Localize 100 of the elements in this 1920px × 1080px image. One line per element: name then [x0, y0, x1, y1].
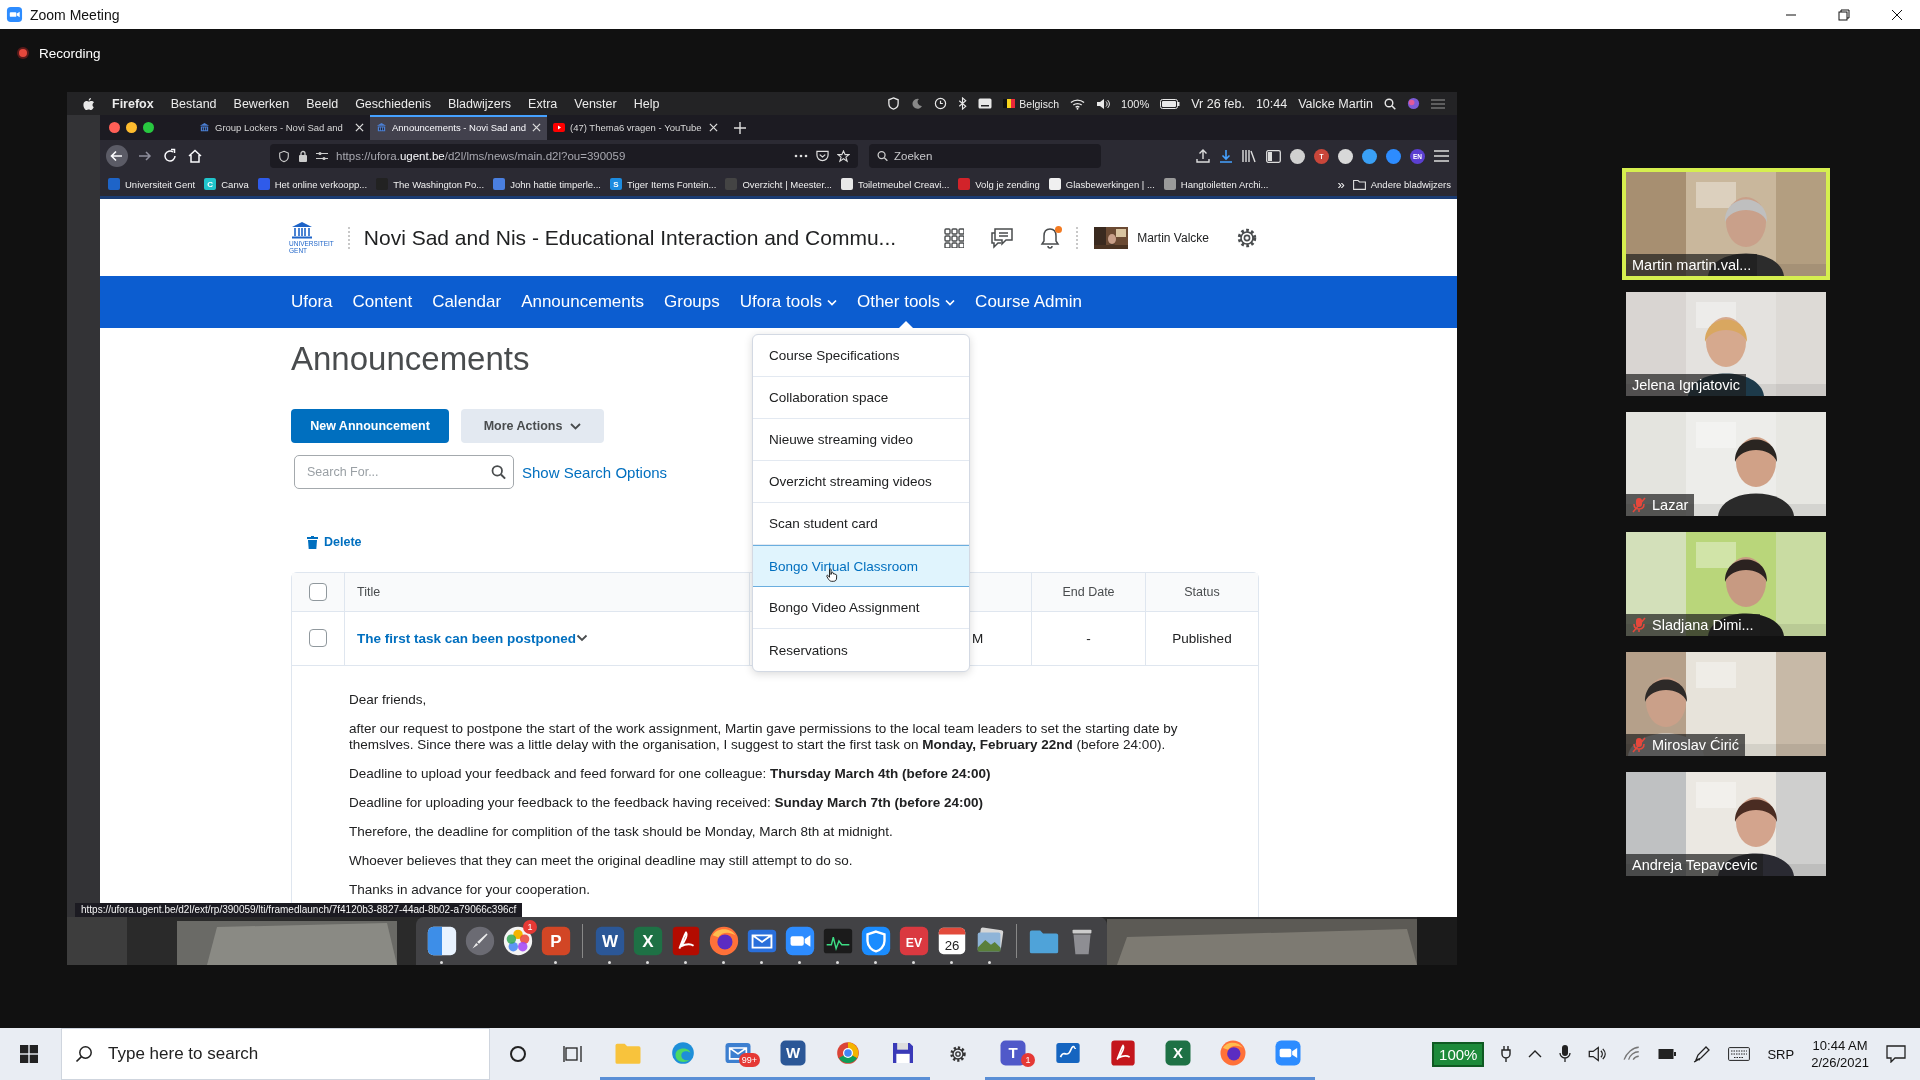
user-name[interactable]: Martin Valcke: [1137, 230, 1209, 245]
app-grid-icon[interactable]: [944, 227, 965, 248]
bookmark-link[interactable]: C Canva: [204, 178, 249, 190]
back-icon[interactable]: [106, 145, 128, 167]
bookmark-folder[interactable]: Andere bladwijzers: [1352, 178, 1451, 190]
announcement-link[interactable]: The first task can been postponed: [345, 630, 577, 646]
nav-link[interactable]: Course Admin: [975, 276, 1082, 328]
video-tile[interactable]: Martin martin.val...: [1622, 168, 1830, 280]
menu-icon[interactable]: [1434, 150, 1449, 162]
menu-item[interactable]: Help: [633, 96, 660, 111]
bookmark-link[interactable]: Het online verkoopp...: [257, 178, 368, 190]
search-field[interactable]: Search For...: [294, 455, 514, 489]
checkbox[interactable]: [309, 629, 327, 647]
nav-link[interactable]: Content: [352, 276, 413, 328]
menu-item[interactable]: Bongo Video Assignment: [753, 587, 969, 629]
menu-item[interactable]: Firefox: [112, 96, 154, 111]
speaker-icon[interactable]: [1588, 1046, 1607, 1062]
bookmark-link[interactable]: Volg je zending: [958, 178, 1040, 190]
sidebar-icon[interactable]: [1266, 149, 1281, 163]
nav-link[interactable]: Ufora: [291, 276, 333, 328]
chevron-up-icon[interactable]: [1528, 1050, 1543, 1058]
menu-item[interactable]: Overzicht streaming videos: [753, 461, 969, 503]
delete-button[interactable]: Delete: [307, 535, 362, 549]
video-tile[interactable]: Jelena Ignjatovic: [1622, 288, 1830, 400]
taskbar-button[interactable]: W: [765, 1028, 820, 1080]
nav-link[interactable]: Announcements: [521, 276, 644, 328]
home-icon[interactable]: [187, 148, 203, 164]
language-indicator[interactable]: SRP: [1767, 1046, 1795, 1062]
clock-icon[interactable]: [934, 97, 948, 110]
bookmark-link[interactable]: The Washington Po...: [376, 178, 485, 190]
search-field[interactable]: Type here to search: [61, 1028, 490, 1080]
menu-item[interactable]: Reservations: [753, 629, 969, 671]
moon-icon[interactable]: [911, 97, 924, 110]
nav-link[interactable]: Calendar: [432, 276, 502, 328]
course-title[interactable]: Novi Sad and Nis - Educational Interaction and Commu...: [363, 225, 945, 250]
browser-tab[interactable]: (47) Thema6 vragen - YouTube: [547, 115, 724, 140]
bookmark-link[interactable]: Hangtoiletten Archi...: [1163, 178, 1269, 190]
menu-item[interactable]: Beeld: [306, 96, 339, 111]
menu-bar-time[interactable]: 10:44: [1255, 96, 1288, 111]
battery-icon[interactable]: [1658, 1048, 1677, 1060]
list-icon[interactable]: [1431, 98, 1445, 109]
video-tile[interactable]: Lazar: [1622, 408, 1830, 520]
wifi-icon[interactable]: [1070, 97, 1086, 110]
orb-icon[interactable]: [1407, 97, 1420, 110]
speaker-icon[interactable]: [1096, 97, 1111, 110]
university-logo-icon[interactable]: [291, 221, 313, 239]
more-icon[interactable]: [794, 154, 808, 158]
pocket-icon[interactable]: [816, 150, 829, 162]
menu-item[interactable]: Bestand: [170, 96, 217, 111]
keyboard-layout-label[interactable]: Belgisch: [1019, 97, 1060, 110]
checkbox[interactable]: [309, 582, 327, 601]
extension-icon[interactable]: [1338, 148, 1353, 164]
bookmark-link[interactable]: Universiteit Gent: [108, 178, 196, 190]
shield-icon[interactable]: [887, 97, 901, 110]
reload-icon[interactable]: [162, 148, 178, 164]
video-tile[interactable]: Miroslav Ćirić: [1622, 648, 1830, 760]
bookshelf-icon[interactable]: [1242, 149, 1257, 163]
more-actions-button[interactable]: More Actions: [461, 409, 604, 443]
menu-item[interactable]: Course Specifications: [753, 335, 969, 377]
pen-icon[interactable]: [1693, 1045, 1712, 1063]
search-icon[interactable]: [1384, 97, 1396, 110]
flag-icon[interactable]: [1003, 99, 1016, 108]
minimize-window-button[interactable]: [126, 122, 137, 133]
extension-icon[interactable]: [1290, 148, 1305, 164]
bell-icon[interactable]: [1040, 226, 1061, 249]
menu-item[interactable]: Collaboration space: [753, 377, 969, 419]
search-options-link[interactable]: Show Search Options: [522, 463, 668, 481]
taskbar-button[interactable]: X: [1150, 1028, 1205, 1080]
taskbar-button[interactable]: T 1: [985, 1028, 1040, 1080]
menu-item[interactable]: Venster: [574, 96, 617, 111]
search-field[interactable]: Zoeken: [869, 144, 1101, 168]
video-tile[interactable]: Sladjana Dimi...: [1622, 528, 1830, 640]
more-bookmarks-button[interactable]: »: [1337, 176, 1345, 192]
star-icon[interactable]: [837, 149, 850, 163]
browser-tab[interactable]: Announcements - Novi Sad and: [370, 115, 547, 140]
menu-item[interactable]: Nieuwe streaming video: [753, 419, 969, 461]
zoom-window-button[interactable]: [143, 122, 154, 133]
download-icon[interactable]: [1219, 149, 1233, 163]
search-icon[interactable]: [491, 464, 506, 480]
browser-tab[interactable]: Group Lockers - Novi Sad and: [193, 115, 370, 140]
menu-item[interactable]: Extra: [528, 96, 558, 111]
close-window-button[interactable]: [109, 122, 120, 133]
notification-icon[interactable]: [1886, 1045, 1906, 1063]
apple-icon[interactable]: [83, 96, 95, 111]
chevron-down-icon[interactable]: [576, 632, 589, 644]
menu-item[interactable]: Bewerken: [233, 96, 290, 111]
upload-icon[interactable]: [1196, 149, 1210, 163]
plus-icon[interactable]: [734, 121, 746, 134]
menu-bar-user[interactable]: Valcke Martin: [1298, 96, 1373, 111]
extension-icon[interactable]: [1362, 148, 1377, 164]
keyboard-icon[interactable]: [978, 98, 993, 109]
microphone-icon[interactable]: [1559, 1045, 1572, 1063]
bookmark-link[interactable]: John hattie timperle...: [493, 178, 601, 190]
battery-indicator[interactable]: 100%: [1432, 1041, 1485, 1067]
bookmark-link[interactable]: Toiletmeubel Creavi...: [840, 178, 950, 190]
keyboard-icon[interactable]: [1728, 1047, 1751, 1061]
menu-item[interactable]: Bladwijzers: [447, 96, 512, 111]
video-tile[interactable]: Andreja Tepavcevic: [1622, 768, 1830, 880]
plug-icon[interactable]: [1501, 1046, 1512, 1062]
bookmark-link[interactable]: Overzicht | Meester...: [725, 178, 832, 190]
